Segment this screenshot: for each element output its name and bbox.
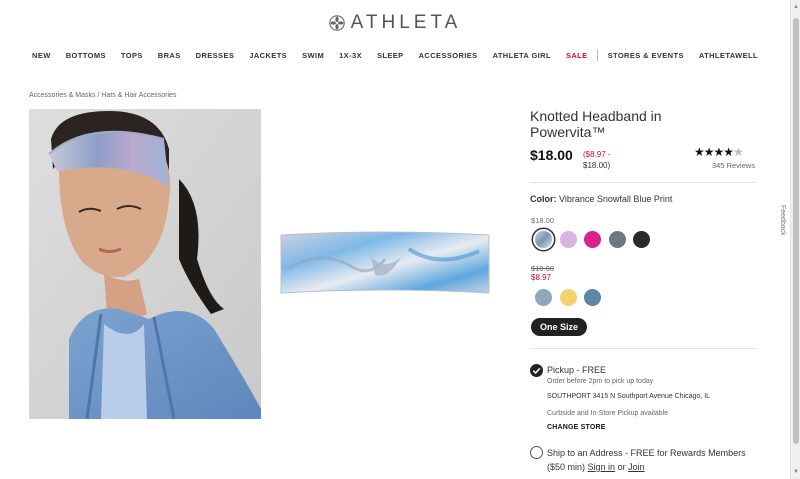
product-title: Knotted Headband in Powervita™ [530,108,662,140]
color-label: Color: Vibrance Snowfall Blue Print [530,194,672,204]
ship-label: Ship to an Address - FREE for Rewards Me… [547,448,746,472]
nav-item-sleep[interactable]: SLEEP [369,51,411,60]
nav-item-athleta-girl[interactable]: ATHLETA GIRL [485,51,558,60]
color-value: Vibrance Snowfall Blue Print [559,194,673,204]
color-swatch[interactable] [559,289,577,306]
price-range: ($8.97 - $18.00) [583,149,611,171]
pickup-store: SOUTHPORT 3415 N Southport Avenue Chicag… [547,393,711,400]
pickup-time: Order before 2pm to pick up today [547,378,654,385]
reviews-link[interactable]: 345 Reviews [712,161,755,170]
color-swatch[interactable] [584,231,601,248]
pickup-radio[interactable] [530,364,543,377]
tier1-price: $18.00 [531,216,554,225]
star-icons: ★★★★ [694,145,734,159]
size-one-size-button[interactable]: One Size [531,318,588,336]
nav-item-1x-3x[interactable]: 1X-3X [332,51,370,60]
or-text: or [617,462,626,472]
divider [530,182,756,183]
price-range-high: $18.00) [583,161,611,170]
headband-illustration [280,231,490,294]
checkmark-icon [532,367,541,375]
nav-item-bottoms[interactable]: BOTTOMS [58,51,113,60]
nav-item-bras[interactable]: BRAS [150,51,188,60]
color-swatch[interactable] [608,231,626,248]
headband-photo[interactable] [279,229,491,295]
pickup-title: Pickup - FREE [547,365,607,375]
main-nav: NEW BOTTOMS TOPS BRAS DRESSES JACKETS SWIM 1X-3… [0,49,790,61]
join-link[interactable]: Join [628,462,645,472]
color-swatch[interactable] [535,289,552,306]
color-swatch[interactable] [584,289,601,306]
color-swatch[interactable] [559,231,577,248]
nav-item-jackets[interactable]: JACKETS [242,51,295,60]
nav-item-accessories[interactable]: ACCESSORIES [411,51,485,60]
breadcrumb: Accessories & Masks / Hats & Hair Access… [29,92,176,99]
feedback-label: Feedback [779,205,786,236]
scroll-up-arrow-icon[interactable]: ▲ [793,4,799,10]
product-price: $18.00 [530,147,573,163]
tier2-sale-price: $8.97 [531,273,552,282]
breadcrumb-accessories[interactable]: Accessories & Masks [29,92,96,99]
rating-stars[interactable]: ★★★★★ [694,145,744,159]
divider [530,348,756,349]
nav-item-new[interactable]: NEW [25,51,59,60]
change-store-link[interactable]: CHANGE STORE [547,424,606,431]
nav-item-stores-events[interactable]: STORES & EVENTS [600,51,691,60]
model-illustration [29,109,261,419]
feedback-tab[interactable]: Feedback [776,205,788,245]
nav-separator [597,49,599,61]
nav-item-swim[interactable]: SWIM [295,51,332,60]
sign-in-link[interactable]: Sign in [588,462,616,472]
nav-item-sale[interactable]: SALE [558,51,595,60]
scrollbar[interactable]: ▲ ▼ [790,0,800,479]
half-star-icon: ★ [733,145,744,159]
color-swatch[interactable] [633,231,650,248]
color-label-key: Color: [530,194,557,204]
model-photo[interactable] [29,109,261,419]
tier2-original-price: $18.00 [531,264,554,273]
ship-radio[interactable] [530,446,543,459]
scroll-down-arrow-icon[interactable]: ▼ [793,469,799,475]
ship-option-text: Ship to an Address - FREE for Rewards Me… [547,446,747,474]
scroll-thumb[interactable] [793,18,799,444]
pickup-note: Curbside and In-Store Pickup available [547,410,669,417]
flower-logo-icon [328,15,345,31]
color-swatch[interactable] [535,231,552,248]
brand-name: ATHLETA [350,12,462,33]
breadcrumb-hats[interactable]: Hats & Hair Accessories [101,92,176,99]
nav-item-tops[interactable]: TOPS [113,51,150,60]
nav-item-athletawell[interactable]: ATHLETAWELL [691,51,765,60]
price-range-low: ($8.97 - [583,150,611,159]
nav-item-dresses[interactable]: DRESSES [188,51,242,60]
brand-logo[interactable]: ATHLETA [0,12,790,34]
